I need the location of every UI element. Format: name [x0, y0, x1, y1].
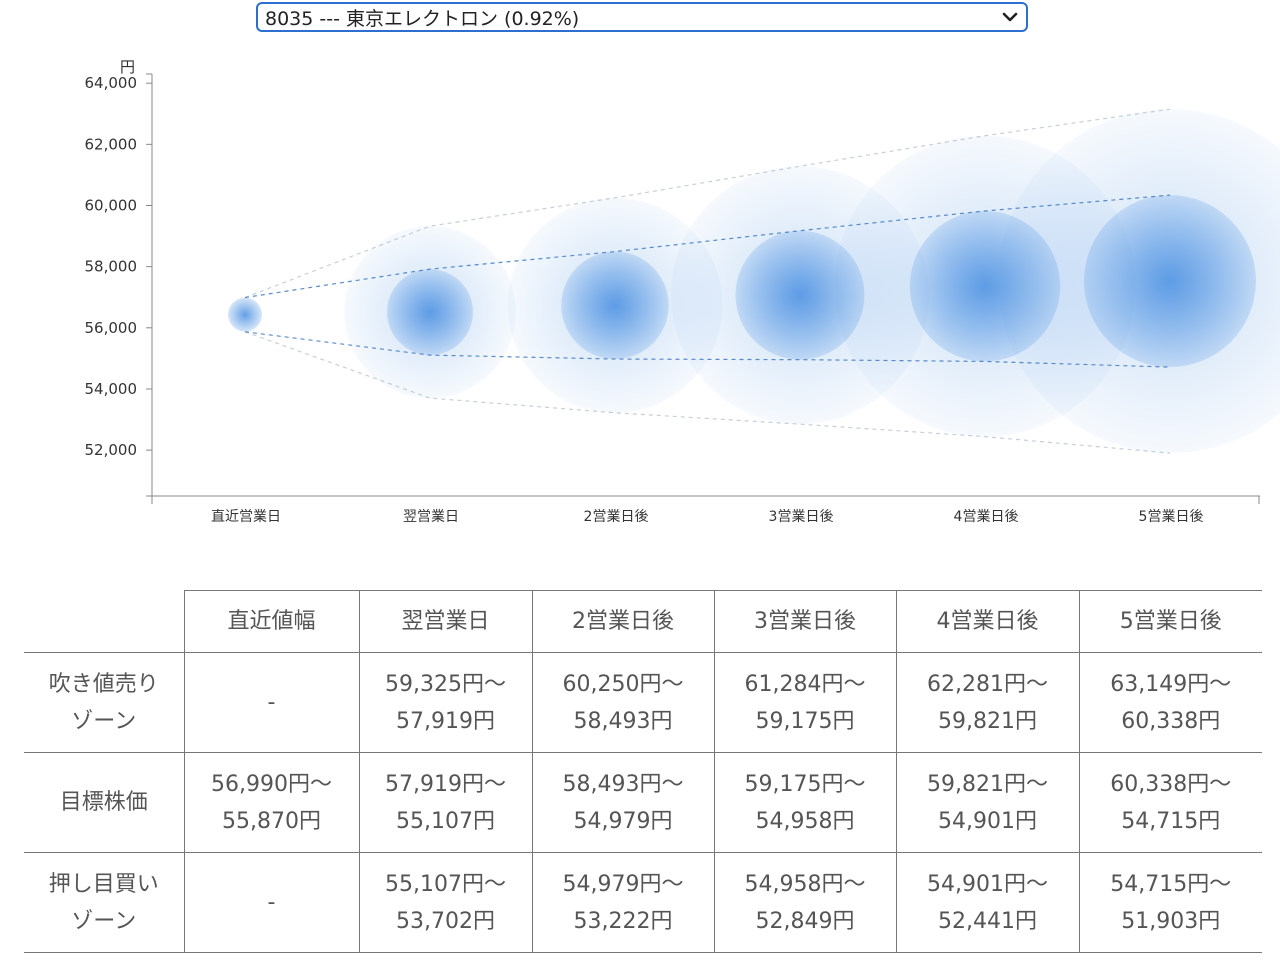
table-cell: 57,919円〜 55,107円 — [358, 752, 533, 853]
target-zone-bubble — [1084, 195, 1256, 368]
price-zone-table: 直近値幅 翌営業日 2営業日後 3営業日後 4営業日後 5営業日後 吹き値売りゾ… — [24, 590, 1262, 953]
table-cell: - — [183, 852, 360, 953]
table-header-cell: 3営業日後 — [713, 590, 897, 653]
table-header-cell: 5営業日後 — [1078, 590, 1262, 653]
y-axis-tick-label: 64,000 — [85, 74, 138, 92]
table-header-cell: 翌営業日 — [358, 590, 533, 653]
table-cell: 54,958円〜 52,849円 — [713, 852, 897, 953]
table-cell: 60,250円〜 58,493円 — [531, 652, 715, 753]
row-label-buy-zone: 押し目買い ゾーン — [24, 852, 185, 953]
target-zone-bubble — [735, 230, 865, 360]
table-cell: 55,107円〜 53,702円 — [358, 852, 533, 953]
table-header-corner — [24, 590, 185, 653]
table-cell: 54,715円〜 51,903円 — [1078, 852, 1262, 953]
target-zone-bubble — [561, 251, 669, 360]
x-axis-category-label: 5営業日後 — [1139, 509, 1204, 525]
table-cell: 59,325円〜 57,919円 — [358, 652, 533, 753]
target-zone-bubble — [387, 269, 473, 356]
table-cell: 62,281円〜 59,821円 — [895, 652, 1080, 753]
table-row-sell-zone: 吹き値売り ゾーン - 59,325円〜 57,919円 60,250円〜 58,49… — [24, 652, 1262, 753]
y-axis-tick-label: 60,000 — [85, 196, 138, 214]
stock-selector[interactable]: 8035 --- 東京エレクトロン (0.92%) — [256, 2, 1028, 32]
y-axis-tick-label: 58,000 — [85, 258, 138, 276]
table-header-cell: 直近値幅 — [183, 590, 360, 653]
table-cell: 54,901円〜 52,441円 — [895, 852, 1080, 953]
x-axis-category-label: 2営業日後 — [584, 509, 649, 525]
row-label-sell-zone: 吹き値売り ゾーン — [24, 652, 185, 753]
x-axis-category-label: 直近営業日 — [211, 508, 281, 525]
y-axis-tick-label: 54,000 — [85, 380, 138, 398]
y-axis-tick-label: 52,000 — [85, 441, 138, 459]
y-axis-tick-label: 56,000 — [85, 319, 138, 337]
table-cell: 61,284円〜 59,175円 — [713, 652, 897, 753]
x-axis-category-label: 翌営業日 — [403, 509, 459, 525]
table-cell: - — [183, 652, 360, 753]
table-header-cell: 4営業日後 — [895, 590, 1080, 653]
table-cell: 58,493円〜 54,979円 — [531, 752, 715, 853]
table-cell: 60,338円〜 54,715円 — [1078, 752, 1262, 853]
forecast-chart: 円 64,00062,00060,00058,00056,00054,00052… — [85, 58, 1280, 525]
chevron-down-icon — [1002, 12, 1018, 22]
table-cell: 54,979円〜 53,222円 — [531, 852, 715, 953]
x-axis-category-label: 4営業日後 — [954, 509, 1019, 525]
table-header-row: 直近値幅 翌営業日 2営業日後 3営業日後 4営業日後 5営業日後 — [24, 590, 1262, 653]
y-axis-tick-label: 62,000 — [85, 135, 138, 153]
table-cell: 59,175円〜 54,958円 — [713, 752, 897, 853]
target-zone-bubble — [909, 210, 1061, 362]
row-label-target-price: 目標株価 — [24, 752, 185, 853]
table-cell: 56,990円〜 55,870円 — [183, 752, 360, 853]
latest-price-bubble — [228, 297, 262, 332]
table-cell: 63,149円〜 60,338円 — [1078, 652, 1262, 753]
table-header-cell: 2営業日後 — [531, 590, 715, 653]
x-axis-category-label: 3営業日後 — [769, 509, 834, 525]
table-cell: 59,821円〜 54,901円 — [895, 752, 1080, 853]
table-row-target-price: 目標株価 56,990円〜 55,870円 57,919円〜 55,107円 58,… — [24, 752, 1262, 853]
table-row-buy-zone: 押し目買い ゾーン - 55,107円〜 53,702円 54,979円〜 53,22… — [24, 852, 1262, 953]
stock-selector-value: 8035 --- 東京エレクトロン (0.92%) — [265, 7, 580, 30]
